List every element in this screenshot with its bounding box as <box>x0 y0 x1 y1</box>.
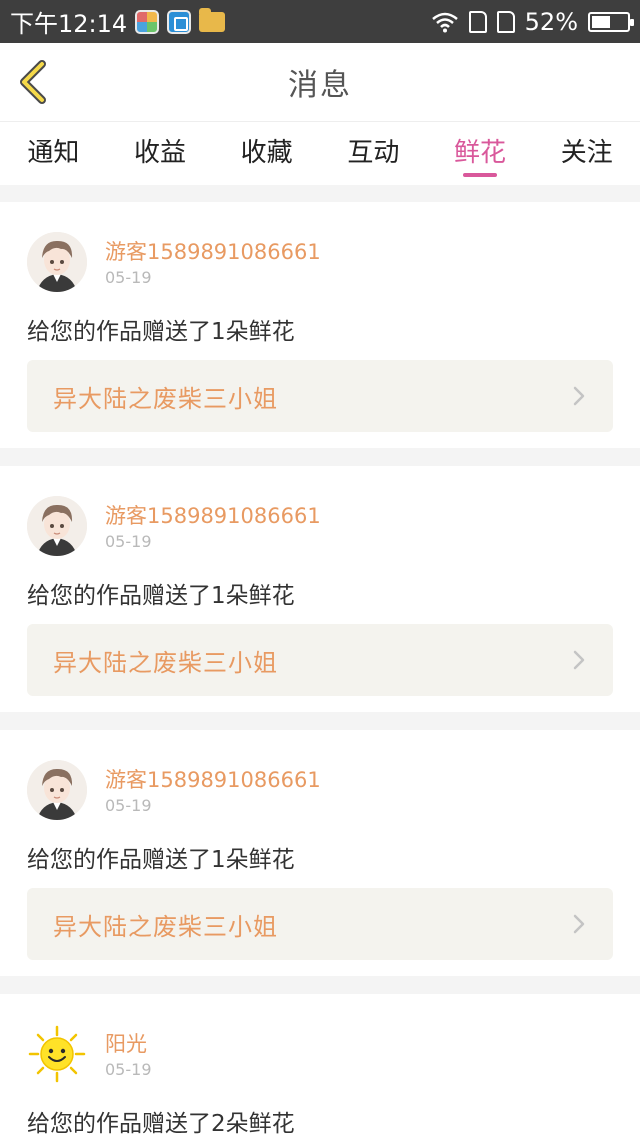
wifi-icon <box>431 12 458 32</box>
tab-label: 互动 <box>347 138 400 168</box>
username[interactable]: 游客1589891086661 <box>105 500 321 530</box>
tab-label: 收益 <box>134 138 187 168</box>
tab-favorites[interactable]: 收藏 <box>213 122 320 186</box>
tab-flowers[interactable]: 鲜花 <box>427 122 534 186</box>
work-title: 异大陆之废柴三小姐 <box>53 648 278 677</box>
gift-message: 给您的作品赠送了2朵鲜花 <box>27 1111 295 1137</box>
avatar[interactable] <box>27 760 87 820</box>
work-title: 异大陆之废柴三小姐 <box>53 912 278 941</box>
tab-notifications[interactable]: 通知 <box>0 122 107 186</box>
header: 消息 <box>0 43 640 121</box>
tab-label: 关注 <box>560 138 613 168</box>
chevron-left-icon <box>20 60 46 104</box>
status-bar: 下午12:14 52% <box>0 0 640 43</box>
chevron-right-icon <box>573 650 585 670</box>
sim-card-2-icon <box>496 10 515 33</box>
battery-fill <box>592 15 610 28</box>
battery-icon <box>588 11 634 32</box>
scan-app-icon <box>167 9 192 34</box>
gift-message: 给您的作品赠送了1朵鲜花 <box>27 583 295 609</box>
list-item: 阳光 05-19 给您的作品赠送了2朵鲜花 <box>0 994 640 1138</box>
username[interactable]: 游客1589891086661 <box>105 236 321 266</box>
photos-app-icon <box>135 9 160 34</box>
anime-boy-avatar-icon <box>27 232 87 292</box>
chevron-right-icon <box>573 914 585 934</box>
status-time: 下午12:14 <box>10 10 128 38</box>
sim-card-icon <box>468 10 487 33</box>
anime-boy-avatar-icon <box>27 760 87 820</box>
tab-label: 鲜花 <box>454 138 507 168</box>
back-button[interactable] <box>14 59 54 105</box>
tab-interactions[interactable]: 互动 <box>320 122 427 186</box>
list-item: 游客1589891086661 05-19 给您的作品赠送了1朵鲜花 异大陆之废… <box>0 466 640 712</box>
gift-message: 给您的作品赠送了1朵鲜花 <box>27 847 295 873</box>
gift-message: 给您的作品赠送了1朵鲜花 <box>27 319 295 345</box>
folder-icon <box>199 7 226 32</box>
timestamp: 05-19 <box>105 1060 152 1079</box>
tab-label: 通知 <box>27 138 80 168</box>
tab-following[interactable]: 关注 <box>533 122 640 186</box>
page-title: 消息 <box>288 68 352 103</box>
tab-bar: 通知 收益 收藏 互动 鲜花 关注 <box>0 121 640 185</box>
battery-percent: 52% <box>524 7 578 36</box>
timestamp: 05-19 <box>105 532 152 551</box>
tab-earnings[interactable]: 收益 <box>107 122 214 186</box>
timestamp: 05-19 <box>105 268 152 287</box>
username[interactable]: 阳光 <box>105 1028 147 1058</box>
sun-avatar-icon <box>27 1024 87 1084</box>
work-link[interactable]: 异大陆之废柴三小姐 <box>27 888 613 960</box>
work-link[interactable]: 异大陆之废柴三小姐 <box>27 360 613 432</box>
tab-label: 收藏 <box>240 138 293 168</box>
timestamp: 05-19 <box>105 796 152 815</box>
list-item: 游客1589891086661 05-19 给您的作品赠送了1朵鲜花 异大陆之废… <box>0 202 640 448</box>
chevron-right-icon <box>573 386 585 406</box>
work-link[interactable]: 异大陆之废柴三小姐 <box>27 624 613 696</box>
work-title: 异大陆之废柴三小姐 <box>53 384 278 413</box>
avatar[interactable] <box>27 496 87 556</box>
list-item: 游客1589891086661 05-19 给您的作品赠送了1朵鲜花 异大陆之废… <box>0 730 640 976</box>
tab-indicator <box>463 173 498 177</box>
username[interactable]: 游客1589891086661 <box>105 764 321 794</box>
avatar[interactable] <box>27 1024 87 1084</box>
anime-boy-avatar-icon <box>27 496 87 556</box>
avatar[interactable] <box>27 232 87 292</box>
